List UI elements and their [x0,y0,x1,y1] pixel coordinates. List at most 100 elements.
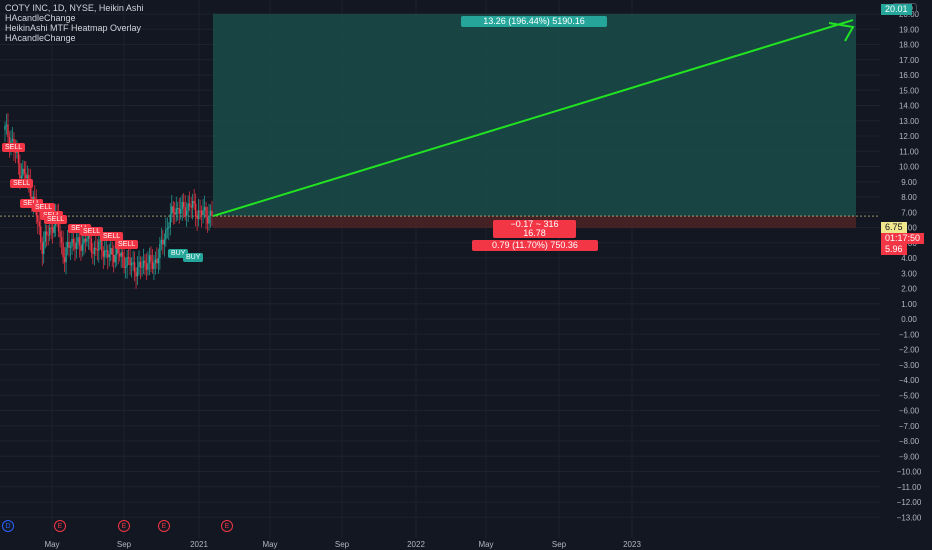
candle-body [110,248,112,255]
candle-body [144,260,146,264]
candle-body [194,203,197,217]
candle-body [150,255,152,262]
y-tick-label: 9.00 [901,178,917,187]
candle-body [193,201,195,204]
x-tick-label: 2023 [623,540,641,549]
candle-body [171,206,173,215]
x-tick-label: 2022 [407,540,425,549]
legend-indicator-2[interactable]: HeikinAshi MTF Heatmap Overlay [5,23,143,33]
candle-body [145,263,148,270]
candle-body [135,272,137,277]
price-chart[interactable]: 20.0019.0018.0017.0016.0015.0014.0013.00… [0,0,932,550]
candle-body [162,239,164,245]
candle-body [25,173,27,179]
legend-indicator-1[interactable]: HAcandleChange [5,13,143,23]
candle-body [59,231,61,238]
y-tick-label: 15.00 [899,86,920,95]
candle-body [107,250,109,258]
candle-body [142,260,145,268]
y-tick-label: 18.00 [899,41,920,50]
earnings-event-icon[interactable]: E [158,520,170,532]
candle-body [102,250,104,257]
candle-body [124,266,127,268]
candle-body [104,250,106,257]
candle-body [71,239,73,247]
legend-symbol[interactable]: COTY INC, 1D, NYSE, Heikin Ashi [5,3,143,13]
candle-body [38,221,40,227]
candle-body [111,248,113,255]
candle-body [127,257,130,259]
candle-body [80,245,82,251]
candle-body [180,209,182,214]
candle-body [75,242,78,249]
candle-body [169,214,172,227]
candle-body [23,168,26,174]
candle-body [185,210,188,216]
x-tick-label: Sep [335,540,350,549]
candle-body [16,151,18,153]
candle-body [41,242,43,254]
candle-body [205,207,207,218]
candle-body [141,267,143,269]
legend-indicator-3[interactable]: HAcandleChange [5,33,143,43]
candle-body [203,207,206,211]
candle-body [66,241,69,248]
candle-body [90,238,93,253]
y-tick-label: 7.00 [901,208,917,217]
candle-body [163,239,166,245]
y-tick-label: −13.00 [897,513,922,522]
sell-signal-label: SELL [44,215,68,224]
candle-body [199,210,201,212]
candle-body [45,231,48,235]
candle-body [184,207,186,216]
candle-body [50,227,52,229]
y-tick-label: 11.00 [899,147,919,156]
earnings-event-icon[interactable]: E [118,520,130,532]
candle-body [48,227,51,236]
candle-body [40,226,42,243]
candle-body [209,210,212,216]
candle-body [159,244,161,259]
candle-body [157,258,160,264]
candle-body [178,208,180,214]
y-tick-label: 16.00 [899,71,920,80]
candle-body [19,163,21,179]
candle-body [187,203,189,211]
earnings-event-icon[interactable]: E [221,520,233,532]
candle-body [17,151,20,164]
candle-body [196,216,198,219]
candle-body [121,252,124,257]
center-label: −0.17 ~ 316 16.78 [493,220,576,238]
candle-body [200,210,203,216]
y-tick-label: 19.00 [899,25,920,34]
current-price-tag: 6.75 [881,222,907,233]
candle-body [53,225,55,233]
earnings-event-icon[interactable]: E [54,520,66,532]
candle-body [151,261,154,269]
sell-signal-label: SELL [10,179,34,188]
chart-legend: COTY INC, 1D, NYSE, Heikin Ashi HAcandle… [5,3,143,43]
candle-body [132,262,134,264]
stop-price-tag: 5.96 [881,244,907,255]
x-tick-label: Sep [117,540,132,549]
candle-body [96,249,99,251]
candle-body [47,234,49,236]
y-tick-label: 3.00 [901,269,917,278]
dividend-event-icon[interactable]: D [2,520,14,532]
candle-body [153,263,155,269]
candle-body [172,206,174,213]
candle-body [154,259,157,264]
y-tick-label: −7.00 [899,422,920,431]
y-tick-label: 4.00 [901,254,917,263]
candle-body [11,138,14,141]
candle-body [118,253,121,257]
candle-body [160,239,163,245]
candle-body [123,256,125,268]
candle-body [105,250,107,252]
stop-label: 0.79 (11.70%) 750.36 [472,240,598,251]
y-tick-label: −5.00 [899,391,920,400]
candle-body [114,254,116,263]
candle-body [139,261,142,268]
candle-body [44,231,46,242]
candle-body [92,252,94,254]
